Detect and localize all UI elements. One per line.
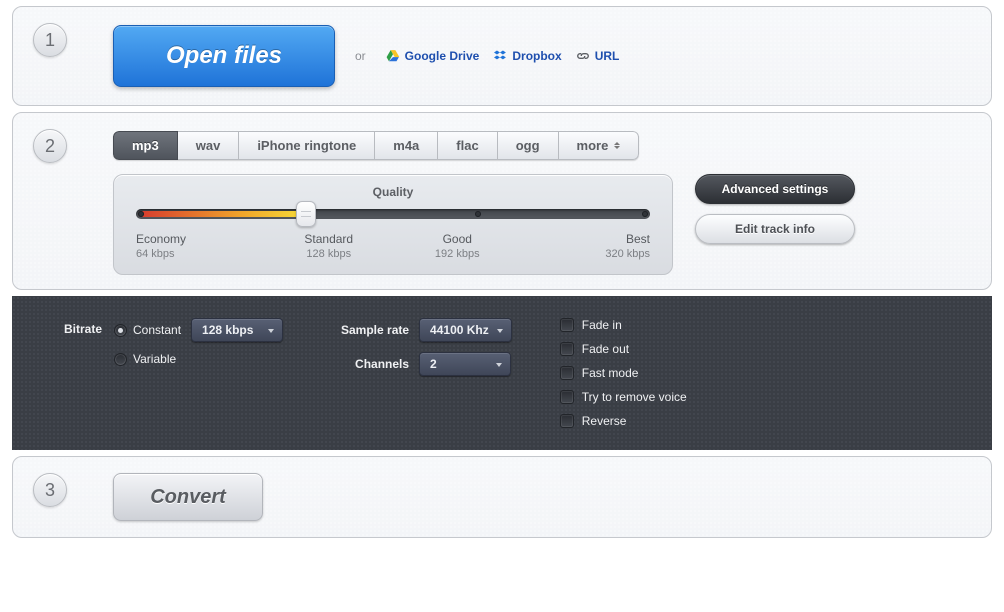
tab-more-label: more [577, 138, 609, 153]
quality-label-best: Best320 kbps [522, 231, 651, 262]
tab-more[interactable]: more [559, 131, 640, 160]
quality-labels: Economy64 kbps Standard128 kbps Good192 … [136, 231, 650, 262]
step3-badge: 3 [33, 473, 67, 507]
fade-in-label: Fade in [582, 318, 622, 332]
bitrate-constant-label: Constant [133, 323, 181, 337]
bitrate-label: Bitrate [64, 318, 102, 336]
dropbox-icon [493, 49, 507, 63]
checkbox-icon [560, 366, 574, 380]
url-label: URL [595, 49, 620, 63]
quality-label-standard: Standard128 kbps [265, 231, 394, 262]
updown-icon [614, 142, 620, 149]
radio-icon [114, 353, 127, 366]
fade-out-label: Fade out [582, 342, 629, 356]
tab-mp3[interactable]: mp3 [113, 131, 178, 160]
dropbox-label: Dropbox [512, 49, 561, 63]
or-text: or [355, 49, 366, 63]
advanced-settings-button[interactable]: Advanced settings [695, 174, 855, 204]
google-drive-label: Google Drive [405, 49, 480, 63]
channels-select[interactable]: 2 [419, 352, 511, 376]
dropbox-link[interactable]: Dropbox [493, 49, 561, 63]
slider-stop-4 [642, 211, 648, 217]
url-link[interactable]: URL [576, 49, 620, 63]
quality-card: Quality Economy64 kbps Standard128 kbps … [113, 174, 673, 275]
slider-stop-1 [138, 211, 144, 217]
step2-panel: 2 mp3 wav iPhone ringtone m4a flac ogg m… [12, 112, 992, 290]
google-drive-link[interactable]: Google Drive [386, 49, 480, 63]
tab-ogg[interactable]: ogg [498, 131, 559, 160]
samplerate-label: Sample rate [331, 323, 409, 337]
bitrate-constant-radio[interactable]: Constant [114, 323, 181, 337]
radio-icon [114, 324, 127, 337]
rate-channels-group: Sample rate 44100 Khz Channels 2 [331, 318, 512, 428]
reverse-checkbox[interactable]: Reverse [560, 414, 687, 428]
remove-voice-label: Try to remove voice [582, 390, 687, 404]
format-tabs: mp3 wav iPhone ringtone m4a flac ogg mor… [113, 131, 639, 160]
tab-wav[interactable]: wav [178, 131, 240, 160]
checkbox-icon [560, 342, 574, 356]
edit-track-info-button[interactable]: Edit track info [695, 214, 855, 244]
checkbox-icon [560, 414, 574, 428]
tab-iphone-ringtone[interactable]: iPhone ringtone [239, 131, 375, 160]
bitrate-variable-label: Variable [133, 352, 176, 366]
step2-badge: 2 [33, 129, 67, 163]
quality-label-economy: Economy64 kbps [136, 231, 265, 262]
bitrate-select[interactable]: 128 kbps [191, 318, 283, 342]
bitrate-variable-radio[interactable]: Variable [114, 352, 283, 366]
step1-panel: 1 Open files or Google Drive Dropbox URL [12, 6, 992, 106]
step3-panel: 3 Convert [12, 456, 992, 538]
fade-in-checkbox[interactable]: Fade in [560, 318, 687, 332]
link-icon [576, 49, 590, 63]
fast-mode-label: Fast mode [582, 366, 639, 380]
slider-stop-3 [475, 211, 481, 217]
reverse-label: Reverse [582, 414, 627, 428]
checkbox-icon [560, 318, 574, 332]
quality-slider[interactable] [136, 209, 650, 219]
remove-voice-checkbox[interactable]: Try to remove voice [560, 390, 687, 404]
open-files-button[interactable]: Open files [113, 25, 335, 87]
samplerate-select[interactable]: 44100 Khz [419, 318, 512, 342]
channels-label: Channels [331, 357, 409, 371]
checkbox-icon [560, 390, 574, 404]
google-drive-icon [386, 49, 400, 63]
advanced-panel: Bitrate Constant 128 kbps Variable Sampl… [12, 296, 992, 450]
slider-fill [138, 211, 313, 217]
fast-mode-checkbox[interactable]: Fast mode [560, 366, 687, 380]
tab-flac[interactable]: flac [438, 131, 497, 160]
cloud-links: Google Drive Dropbox URL [386, 49, 620, 63]
options-group: Fade in Fade out Fast mode Try to remove… [560, 318, 687, 428]
step1-badge: 1 [33, 23, 67, 57]
side-buttons: Advanced settings Edit track info [695, 174, 855, 244]
bitrate-group: Bitrate Constant 128 kbps Variable [64, 318, 283, 428]
fade-out-checkbox[interactable]: Fade out [560, 342, 687, 356]
quality-label-good: Good192 kbps [393, 231, 522, 262]
slider-thumb[interactable] [296, 201, 316, 227]
tab-m4a[interactable]: m4a [375, 131, 438, 160]
quality-title: Quality [136, 185, 650, 199]
convert-button[interactable]: Convert [113, 473, 263, 521]
